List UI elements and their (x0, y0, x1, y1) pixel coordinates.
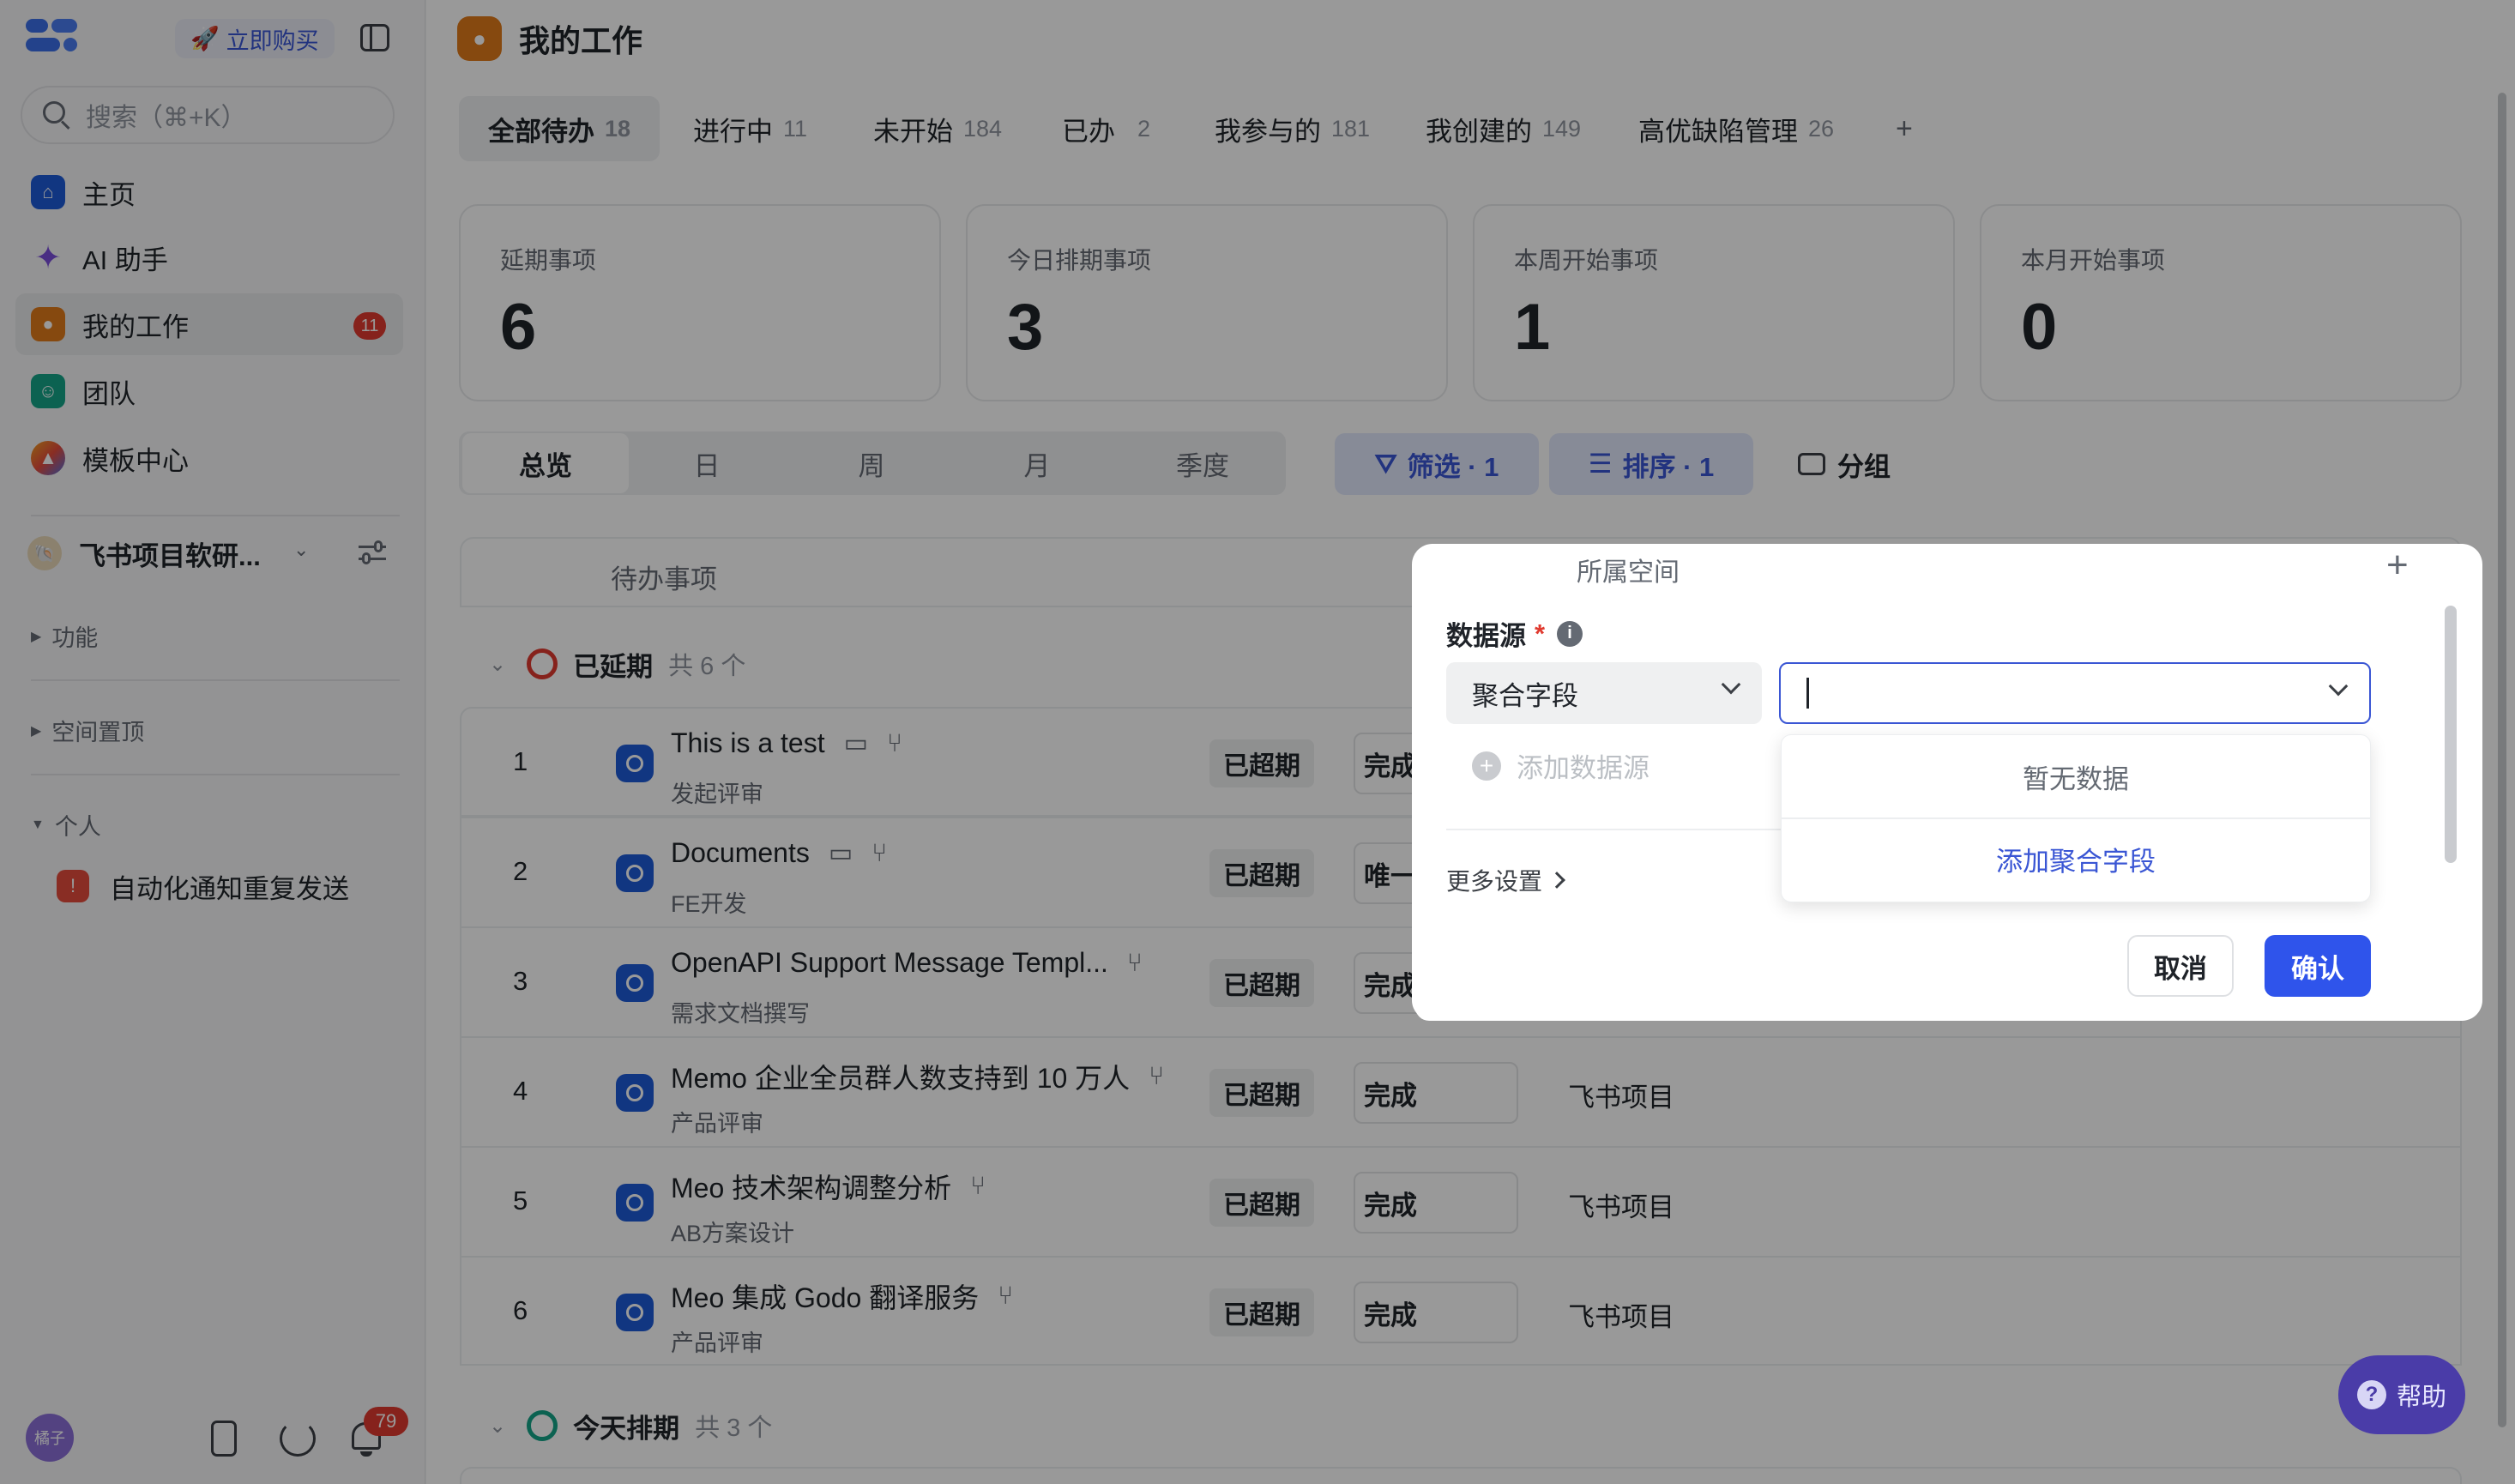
data-source-popup: 数据源 * i 聚合字段 + 添加数据源 更多设置 暂无数据 添加聚合字段 取消… (1415, 583, 2400, 1021)
cancel-button[interactable]: 取消 (2127, 935, 2234, 997)
panel-scrollbar[interactable] (2445, 606, 2457, 863)
source-type-select[interactable]: 聚合字段 (1446, 662, 1762, 724)
popup-divider (1446, 829, 1789, 830)
text-cursor (1806, 678, 1809, 709)
confirm-button[interactable]: 确认 (2265, 935, 2371, 997)
chevron-down-icon (1721, 674, 1741, 695)
dropdown-empty-text: 暂无数据 (2023, 763, 2129, 794)
field-dropdown-menu: 暂无数据 添加聚合字段 (1781, 734, 2371, 902)
info-icon[interactable]: i (1557, 620, 1583, 647)
question-icon: ? (2356, 1380, 2386, 1409)
more-settings-link[interactable]: 更多设置 (1446, 863, 1565, 897)
chevron-down-icon (2328, 676, 2349, 697)
add-column-icon[interactable]: + (2386, 544, 2409, 587)
aggregate-field-select[interactable] (1779, 662, 2371, 724)
help-button[interactable]: ? 帮助 (2338, 1355, 2465, 1434)
chevron-right-icon (1548, 872, 1565, 889)
plus-circle-icon: + (1472, 751, 1501, 781)
add-aggregate-field-option[interactable]: 添加聚合字段 (1782, 819, 2370, 898)
add-source-button[interactable]: + 添加数据源 (1472, 746, 1650, 785)
required-mark: * (1535, 618, 1546, 648)
field-label: 数据源 * i (1446, 614, 1583, 653)
